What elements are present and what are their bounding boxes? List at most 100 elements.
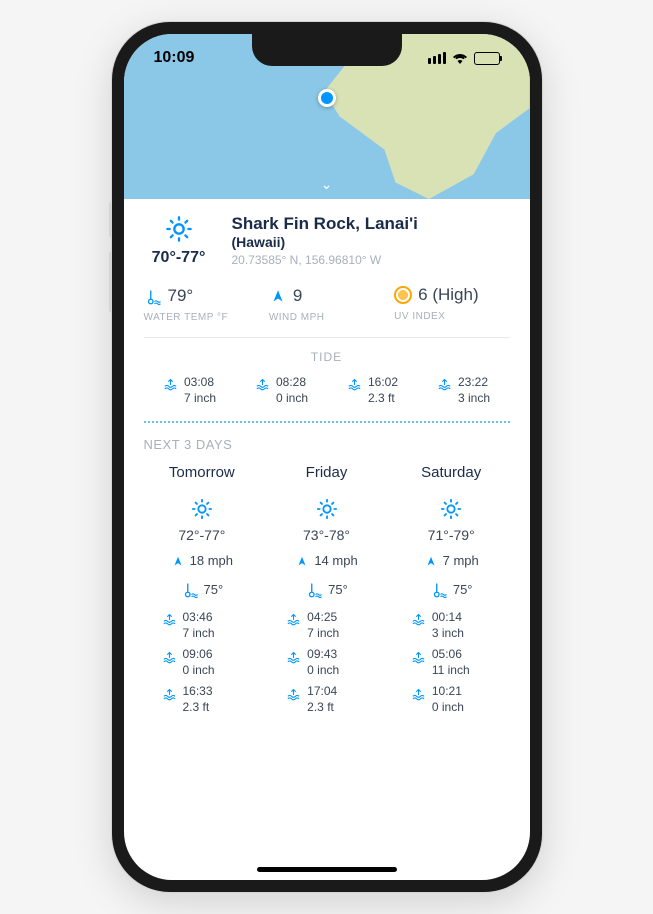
cellular-icon (428, 52, 446, 64)
forecast-wind: 18 mph (190, 553, 233, 568)
tide-height: 0 inch (276, 390, 308, 406)
tide-item: 16:022.3 ft (347, 374, 398, 406)
forecast-tide-item: 10:210 inch (393, 684, 510, 715)
tide-wave-icon (255, 374, 270, 392)
tide-item: 08:280 inch (255, 374, 308, 406)
tide-height: 11 inch (432, 663, 470, 679)
tide-time: 17:04 (307, 684, 337, 700)
dotted-divider (144, 421, 510, 423)
tide-time: 10:21 (432, 684, 464, 700)
forecast-day[interactable]: Friday73°-78°14 mph75°04:257 inch09:430 … (268, 464, 385, 722)
tide-height: 7 inch (307, 626, 339, 642)
forecast-tide-item: 03:467 inch (144, 610, 261, 641)
tide-wave-icon (347, 374, 362, 392)
forecast-tide-item: 09:060 inch (144, 647, 261, 678)
tide-wave-icon (286, 610, 301, 641)
tide-wave-icon (286, 684, 301, 715)
sun-icon (268, 495, 385, 521)
tide-height: 2.3 ft (307, 700, 337, 716)
forecast-tide-item: 09:430 inch (268, 647, 385, 678)
tide-height: 0 inch (307, 663, 339, 679)
home-indicator[interactable] (257, 867, 397, 872)
tide-time: 23:22 (458, 374, 490, 390)
tide-height: 7 inch (184, 390, 216, 406)
day-name: Saturday (393, 464, 510, 481)
forecast-water-temp: 75° (453, 582, 473, 597)
tide-wave-icon (163, 374, 178, 392)
location-name: Shark Fin Rock, Lanai'i (232, 213, 510, 234)
tide-time: 09:43 (307, 647, 339, 663)
location-coords: 20.73585° N, 156.96810° W (232, 253, 510, 267)
sun-icon (393, 495, 510, 521)
screen: 10:09 ⌄ 70°-77° (124, 34, 530, 880)
temp-range: 70°-77° (144, 249, 214, 267)
tide-item: 23:223 inch (437, 374, 490, 406)
tide-time: 04:25 (307, 610, 339, 626)
tide-time: 00:14 (432, 610, 464, 626)
sun-icon (144, 213, 214, 243)
forecast-tide-item: 16:332.3 ft (144, 684, 261, 715)
forecast-wind: 7 mph (443, 553, 479, 568)
wind-arrow-icon (295, 553, 309, 569)
phone-frame: 10:09 ⌄ 70°-77° (112, 22, 542, 892)
tide-wave-icon (411, 647, 426, 678)
metric-uv: 6 (High) UV INDEX (394, 285, 509, 323)
divider (144, 337, 510, 338)
forecast-tide-item: 05:0611 inch (393, 647, 510, 678)
tide-time: 03:46 (183, 610, 215, 626)
day-name: Tomorrow (144, 464, 261, 481)
metric-water-temp: 79° WATER TEMP °F (144, 285, 259, 323)
location-header: 70°-77° Shark Fin Rock, Lanai'i (Hawaii)… (144, 213, 510, 267)
water-temp-label: WATER TEMP °F (144, 312, 259, 323)
forecast-temp-range: 72°-77° (144, 527, 261, 543)
tide-wave-icon (162, 610, 177, 641)
wind-arrow-icon (171, 553, 185, 569)
forecast-temp-range: 73°-78° (268, 527, 385, 543)
tide-height: 7 inch (183, 626, 215, 642)
tide-wave-icon (411, 610, 426, 641)
tide-time: 16:33 (183, 684, 213, 700)
tide-time: 05:06 (432, 647, 470, 663)
wind-label: WIND MPH (269, 312, 384, 323)
notch (252, 34, 402, 66)
forecast-wind: 14 mph (314, 553, 357, 568)
forecast-water-temp: 75° (204, 582, 224, 597)
thermometer-wave-icon (144, 285, 162, 306)
tide-time: 09:06 (183, 647, 215, 663)
tide-wave-icon (162, 647, 177, 678)
tide-item: 03:087 inch (163, 374, 216, 406)
forecast-tide-item: 00:143 inch (393, 610, 510, 641)
tide-time: 08:28 (276, 374, 308, 390)
battery-icon (474, 52, 500, 65)
sun-icon (144, 495, 261, 521)
tide-height: 3 inch (432, 626, 464, 642)
tide-heading: TIDE (144, 350, 510, 364)
tide-wave-icon (286, 647, 301, 678)
uv-label: UV INDEX (394, 311, 509, 322)
forecast-day[interactable]: Tomorrow 72°-77° 18 mph 75° 03:467 inch 09:06… (144, 464, 261, 722)
tide-height: 2.3 ft (183, 700, 213, 716)
forecast-tide-item: 17:042.3 ft (268, 684, 385, 715)
tide-height: 2.3 ft (368, 390, 398, 406)
day-name: Friday (268, 464, 385, 481)
tide-time: 16:02 (368, 374, 398, 390)
tide-time: 03:08 (184, 374, 216, 390)
water-temp-value: 79° (168, 286, 194, 306)
forecast-temp-range: 71°-79° (393, 527, 510, 543)
forecast-day[interactable]: Saturday71°-79°7 mph75°00:143 inch05:061… (393, 464, 510, 722)
metrics-row: 79° WATER TEMP °F 9 WIND MPH (144, 285, 510, 323)
location-pin-icon[interactable] (318, 89, 336, 107)
forecast-heading: NEXT 3 DAYS (144, 437, 510, 452)
tide-height: 3 inch (458, 390, 490, 406)
content-panel[interactable]: 70°-77° Shark Fin Rock, Lanai'i (Hawaii)… (124, 199, 530, 880)
wind-arrow-icon (269, 285, 287, 306)
tide-wave-icon (437, 374, 452, 392)
tide-wave-icon (411, 684, 426, 715)
tide-wave-icon (162, 684, 177, 715)
tide-height: 0 inch (432, 700, 464, 716)
status-time: 10:09 (154, 49, 195, 67)
tide-section: TIDE 03:087 inch 08:280 inch 16:022.3 ft 23… (144, 350, 510, 406)
expand-chevron-icon[interactable]: ⌄ (321, 176, 333, 193)
thermometer-wave-icon (181, 579, 199, 600)
uv-value: 6 (High) (418, 285, 478, 305)
